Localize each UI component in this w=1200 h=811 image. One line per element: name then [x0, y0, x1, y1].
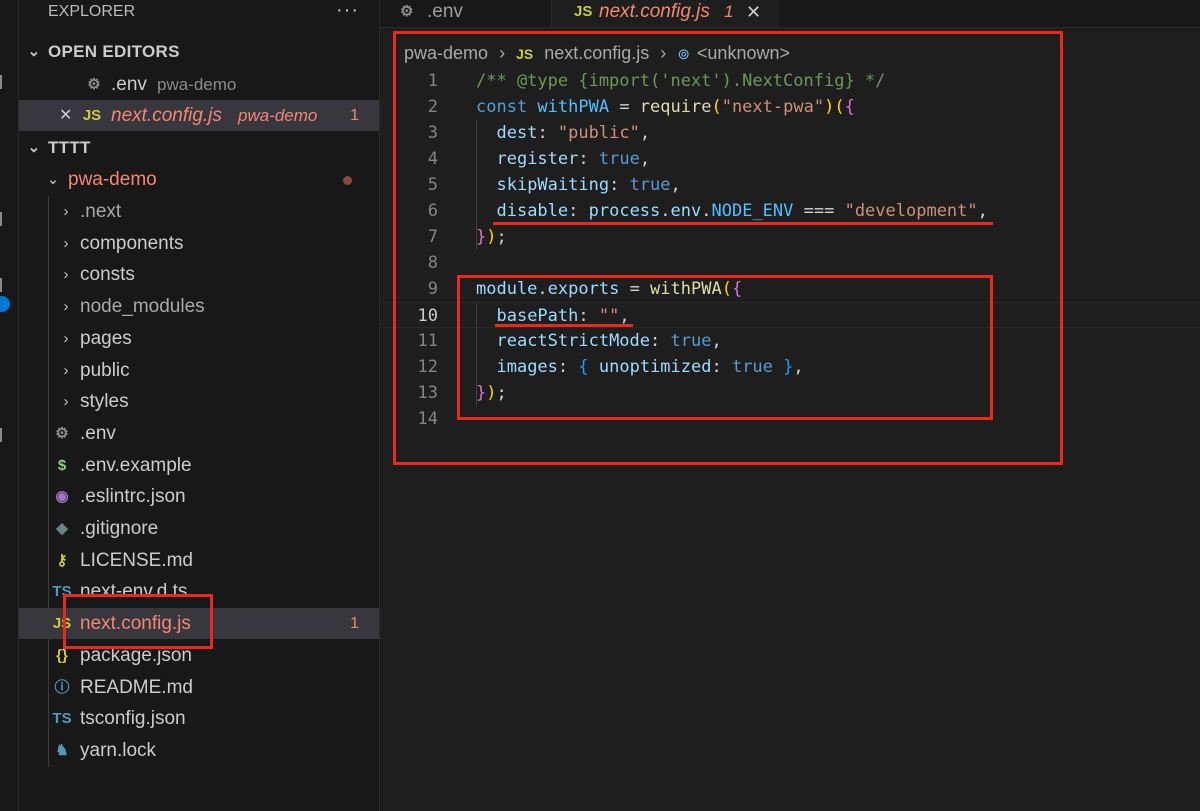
file-type-icon: ◆ — [56, 520, 68, 537]
file-name: LICENSE.md — [80, 549, 193, 571]
file-item[interactable]: ⚷ LICENSE.md — [19, 545, 379, 576]
close-icon[interactable]: ✕ — [746, 0, 761, 24]
activity-icon-scm[interactable] — [0, 278, 8, 292]
folder-item[interactable]: › styles — [19, 386, 379, 417]
problems-count: 1 — [350, 107, 359, 124]
folder-name: pages — [80, 327, 132, 349]
folder-name: styles — [80, 391, 129, 413]
file-name: .env.example — [80, 454, 192, 476]
tab-bar: ⚙ .env JS next.config.js 1 ✕ — [380, 0, 1200, 28]
tab-label: next.config.js — [599, 1, 710, 22]
folder-item[interactable]: › components — [19, 228, 379, 259]
open-editor-name: next.config.js — [111, 105, 222, 126]
file-name: yarn.lock — [80, 739, 157, 761]
folder-item[interactable]: › pages — [19, 323, 379, 354]
modified-dot-icon — [343, 176, 352, 185]
file-type-icon: TS — [52, 710, 72, 728]
file-name: .gitignore — [80, 518, 159, 539]
folder-name: components — [80, 232, 184, 254]
gear-icon: ⚙ — [87, 76, 101, 93]
open-editor-item-env[interactable]: ⚙ .env pwa-demo — [19, 69, 379, 100]
more-actions-icon[interactable]: ··· — [336, 0, 359, 24]
file-type-icon: $ — [57, 456, 67, 474]
tab-env[interactable]: ⚙ .env — [380, 0, 552, 27]
chevron-right-icon: › — [63, 298, 69, 316]
folder-item[interactable]: › .next — [19, 196, 379, 227]
explorer-title: EXPLORER — [48, 3, 136, 20]
chevron-right-icon: › — [63, 393, 69, 411]
workspace-header[interactable]: ⌄ TTTT — [19, 132, 379, 163]
annotation-box-module-exports — [457, 275, 993, 420]
chevron-down-icon: ⌄ — [27, 43, 41, 60]
folder-name: consts — [80, 264, 135, 286]
workspace-label: TTTT — [48, 138, 91, 157]
gear-icon: ⚙ — [400, 3, 414, 20]
tab-label: .env — [427, 1, 463, 22]
tab-next-config[interactable]: JS next.config.js 1 ✕ — [552, 0, 779, 27]
folder-item[interactable]: › public — [19, 355, 379, 386]
chevron-down-icon: ⌄ — [46, 171, 60, 188]
close-icon[interactable]: ✕ — [59, 100, 72, 131]
file-item[interactable]: ⓘ README.md — [19, 672, 379, 703]
folder-name: node_modules — [80, 296, 205, 318]
file-item[interactable]: ◆ .gitignore — [19, 513, 379, 544]
open-editor-item-next-config[interactable]: ✕ JS next.config.js pwa-demo 1 — [19, 100, 379, 131]
annotation-box-file — [63, 594, 213, 649]
file-name: README.md — [80, 676, 193, 698]
folder-name: pwa-demo — [68, 169, 157, 190]
open-editors-label: OPEN EDITORS — [48, 42, 180, 61]
file-item[interactable]: ⚙ .env — [19, 418, 379, 449]
activity-icon-files[interactable] — [0, 75, 8, 89]
activity-icon-extensions[interactable] — [0, 428, 8, 442]
activity-bar — [0, 0, 19, 811]
file-name: tsconfig.json — [80, 708, 186, 730]
chevron-down-icon: ⌄ — [27, 139, 41, 156]
js-file-icon: JS — [82, 107, 102, 124]
js-file-icon: JS — [574, 3, 593, 20]
file-type-icon: ⓘ — [54, 678, 70, 696]
activity-icon-search[interactable] — [0, 212, 8, 226]
folder-item[interactable]: › node_modules — [19, 291, 379, 322]
open-editor-folder: pwa-demo — [238, 106, 318, 125]
file-type-icon: ⚙ — [55, 424, 69, 442]
folder-name: public — [80, 359, 130, 381]
file-item[interactable]: ♞ yarn.lock — [19, 735, 379, 766]
open-editor-folder: pwa-demo — [157, 75, 237, 94]
folder-name: .next — [80, 201, 122, 222]
file-name: .eslintrc.json — [80, 486, 186, 508]
chevron-right-icon: › — [63, 234, 69, 252]
chevron-right-icon: › — [63, 266, 69, 284]
file-item[interactable]: TS tsconfig.json — [19, 703, 379, 734]
folder-root[interactable]: ⌄ pwa-demo — [19, 164, 379, 195]
open-editor-name: .env — [111, 74, 147, 95]
annotation-underline-basepath — [495, 324, 633, 327]
activity-badge — [0, 296, 10, 312]
chevron-right-icon: › — [63, 203, 69, 220]
explorer-sidebar: EXPLORER ··· ⌄ OPEN EDITORS ⚙ .env pwa-d… — [19, 0, 380, 811]
chevron-right-icon: › — [63, 329, 69, 347]
problems-count: 1 — [350, 615, 359, 633]
file-item[interactable]: ◉ .eslintrc.json — [19, 481, 379, 512]
tab-problems-count: 1 — [724, 2, 734, 21]
open-editors-header[interactable]: ⌄ OPEN EDITORS — [19, 36, 379, 67]
file-item[interactable]: $ .env.example — [19, 450, 379, 481]
annotation-underline-disable — [493, 222, 993, 225]
chevron-right-icon: › — [63, 361, 69, 379]
folder-item[interactable]: › consts — [19, 259, 379, 290]
file-name: .env — [80, 422, 116, 444]
file-type-icon: ⚷ — [56, 551, 68, 569]
file-type-icon: ♞ — [55, 741, 69, 759]
file-type-icon: ◉ — [55, 488, 69, 506]
